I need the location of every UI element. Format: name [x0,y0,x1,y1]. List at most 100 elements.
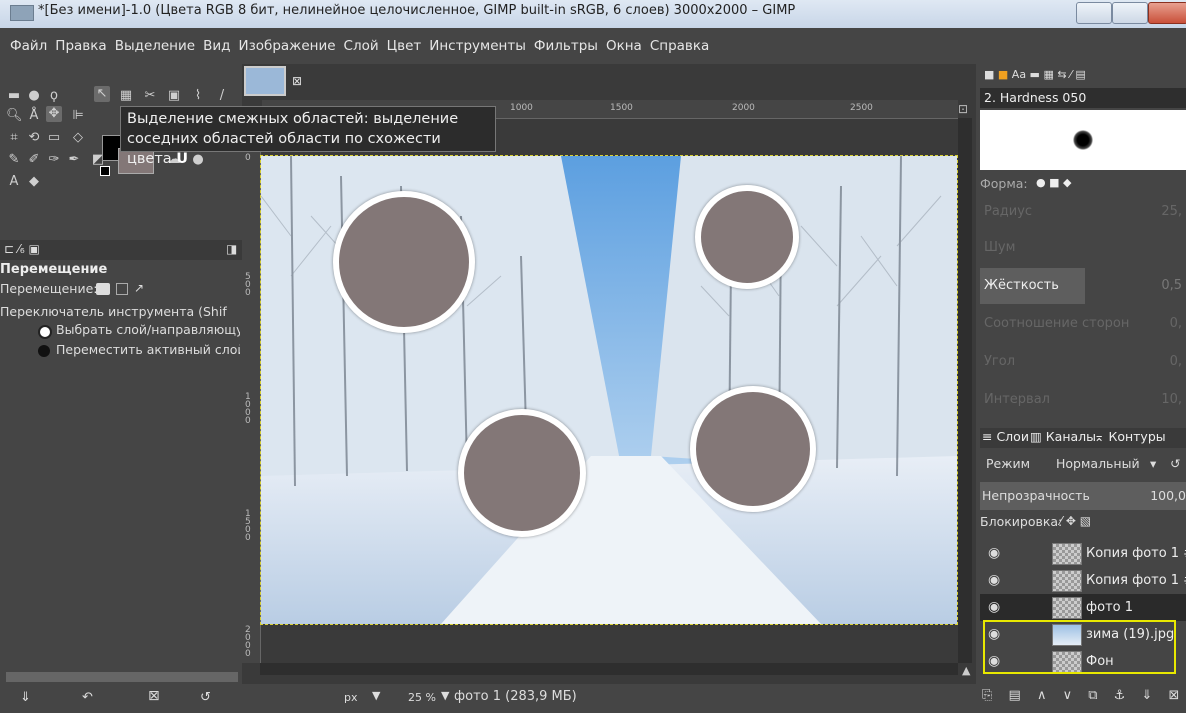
vertical-scrollbar[interactable] [958,118,972,663]
layer-thumbnail [1052,543,1082,565]
bucket-fill-icon[interactable]: ◆ [26,174,42,190]
zoom-select[interactable]: 25 % [408,691,436,704]
scissors-icon[interactable]: ✂ [142,88,158,104]
menu-windows[interactable]: Окна [606,38,642,54]
layer-actions-bar[interactable]: ⎘ ▤ ∧ ∨ ⧉ ⚓ ⇓ ⊠ [982,688,1185,703]
ink-icon[interactable]: ✒ [66,152,82,168]
menu-file[interactable]: Файл [10,38,47,54]
airbrush-icon[interactable]: ✑ [46,152,62,168]
radius-label: Радиус [984,204,1033,219]
perspective-icon[interactable]: ◇ [70,130,86,146]
eye-icon[interactable]: ◉ [988,600,1004,614]
scale-icon[interactable]: ▭ [46,130,62,146]
angle-label: Угол [984,354,1016,369]
crop-icon[interactable]: ⌗ [6,130,22,146]
save-tool-preset-icon[interactable]: ⇓ [20,690,31,705]
minimize-button[interactable] [1076,2,1112,24]
menu-tools[interactable]: Инструменты [429,38,526,54]
foreground-select-icon[interactable]: ▣ [166,88,182,104]
mode-select[interactable]: Нормальный [1056,450,1140,478]
menu-colors[interactable]: Цвет [387,38,422,54]
menu-view[interactable]: Вид [203,38,230,54]
tab-channels[interactable]: ▥ Каналы [1030,429,1096,444]
select-by-color-icon[interactable]: ▦ [118,88,134,104]
image-tab-thumbnail[interactable] [244,66,286,96]
move-selection-mode-icon[interactable] [116,283,128,295]
text-icon[interactable]: A [6,174,22,190]
menu-select[interactable]: Выделение [115,38,195,54]
gray-circle-placeholder[interactable] [690,386,816,512]
chevron-down-icon[interactable]: ▼ [441,689,449,702]
move-tool-icon[interactable]: ✥ [46,106,62,122]
restore-preset-icon[interactable]: ↶ [82,690,93,705]
mode-row: Режим Нормальный ▾ ↺ [980,450,1186,478]
menu-layer[interactable]: Слой [344,38,379,54]
menu-image[interactable]: Изображение [238,38,335,54]
window-title: *[Без имени]-1.0 (Цвета RGB 8 бит, нелин… [38,3,796,18]
radius-row[interactable]: Радиус 25, [980,194,1186,230]
spacing-label: Интервал [984,392,1050,407]
move-layer-mode-icon[interactable] [96,283,110,295]
close-window-button[interactable] [1148,2,1186,24]
radio-pick-layer[interactable] [38,325,52,339]
paths-icon[interactable]: ⌇ [190,88,206,104]
brush-dot [1073,130,1093,150]
aspect-row[interactable]: Соотношение сторон 0, [980,306,1186,342]
highlight-box [983,620,1176,674]
lasso-icon[interactable]: ϙ [46,88,62,104]
noise-row[interactable]: Шум [980,230,1186,266]
menu-help[interactable]: Справка [650,38,709,54]
menu-filters[interactable]: Фильтры [534,38,598,54]
brush-dock-tabs[interactable]: ■ ■ Aa ▬ ▦ ⇆ ⁄ ▤ [984,68,1086,81]
tab-paths[interactable]: ⌅ Контуры [1094,429,1166,444]
opacity-value: 100,0 [1150,488,1186,503]
eye-icon[interactable]: ◉ [988,546,1004,560]
unit-select[interactable]: px [344,691,358,704]
layer-row-selected[interactable]: ◉ фото 1 [980,594,1186,621]
image-tab-close-icon[interactable]: ⊠ [292,74,302,88]
gray-circle-placeholder[interactable] [695,185,799,289]
mode-reset-icon[interactable]: ↺ [1170,450,1180,478]
pencil-icon[interactable]: ✎ [6,152,22,168]
ellipse-select-icon[interactable]: ● [26,88,42,104]
gray-circle-placeholder[interactable] [458,409,586,537]
fuzzy-select-icon[interactable]: ↖ [94,86,110,102]
zoom-navigation-icon[interactable]: ⊡ [958,102,968,116]
radio-move-active[interactable] [38,345,50,357]
eye-icon[interactable]: ◉ [988,573,1004,587]
rotate-icon[interactable]: ⟲ [26,130,42,146]
menu-bar: Файл Правка Выделение Вид Изображение Сл… [0,28,1186,64]
horizontal-scrollbar[interactable] [260,663,958,675]
layers-tabbar: ≡ Слои ▥ Каналы ⌅ Контуры [980,428,1186,448]
menu-edit[interactable]: Правка [55,38,106,54]
lock-icons[interactable]: ⁄ ✥ ▧ [1060,514,1091,528]
layer-row[interactable]: ◉ Копия фото 1 # [980,540,1186,567]
maximize-button[interactable] [1112,2,1148,24]
hardness-row[interactable]: Жёсткость 0,5 [980,268,1186,304]
reset-options-icon[interactable]: ↺ [200,690,211,705]
zoom-icon[interactable]: 🔍︎ [6,108,23,124]
paintbrush-icon[interactable]: ✐ [26,152,42,168]
navigate-icon[interactable]: ▲ [962,664,970,677]
tab-layers[interactable]: ≡ Слои [982,429,1029,444]
gray-circle-placeholder[interactable] [333,191,475,333]
tool-options-tab-icon[interactable]: ⊏ ⁄₆ ▣ [4,242,40,256]
layer-row[interactable]: ◉ Копия фото 1 # [980,567,1186,594]
ruler-label: 1 5 0 0 [245,509,251,543]
chevron-down-icon[interactable]: ▾ [1150,450,1156,478]
layer-name: фото 1 [1086,600,1133,615]
tab-menu-icon[interactable]: ◨ [226,242,237,256]
reset-colors-icon[interactable] [100,166,110,176]
opacity-slider[interactable]: Непрозрачность 100,0 [980,482,1186,510]
align-icon[interactable]: ⊫ [70,108,86,124]
move-path-mode-icon[interactable]: ↗ [134,281,144,295]
rect-select-icon[interactable]: ▬ [6,88,22,104]
color-picker-icon[interactable]: / [214,88,230,104]
spacing-row[interactable]: Интервал 10, [980,382,1186,418]
chevron-down-icon[interactable]: ▼ [372,689,380,702]
toolbox-scrollbar[interactable] [6,672,238,682]
angle-row[interactable]: Угол 0, [980,344,1186,380]
brush-shape-icons[interactable]: ● ■ ◆ [1036,176,1071,189]
delete-preset-icon[interactable]: ⊠ [148,688,160,704]
measure-icon[interactable]: Å [26,108,42,124]
